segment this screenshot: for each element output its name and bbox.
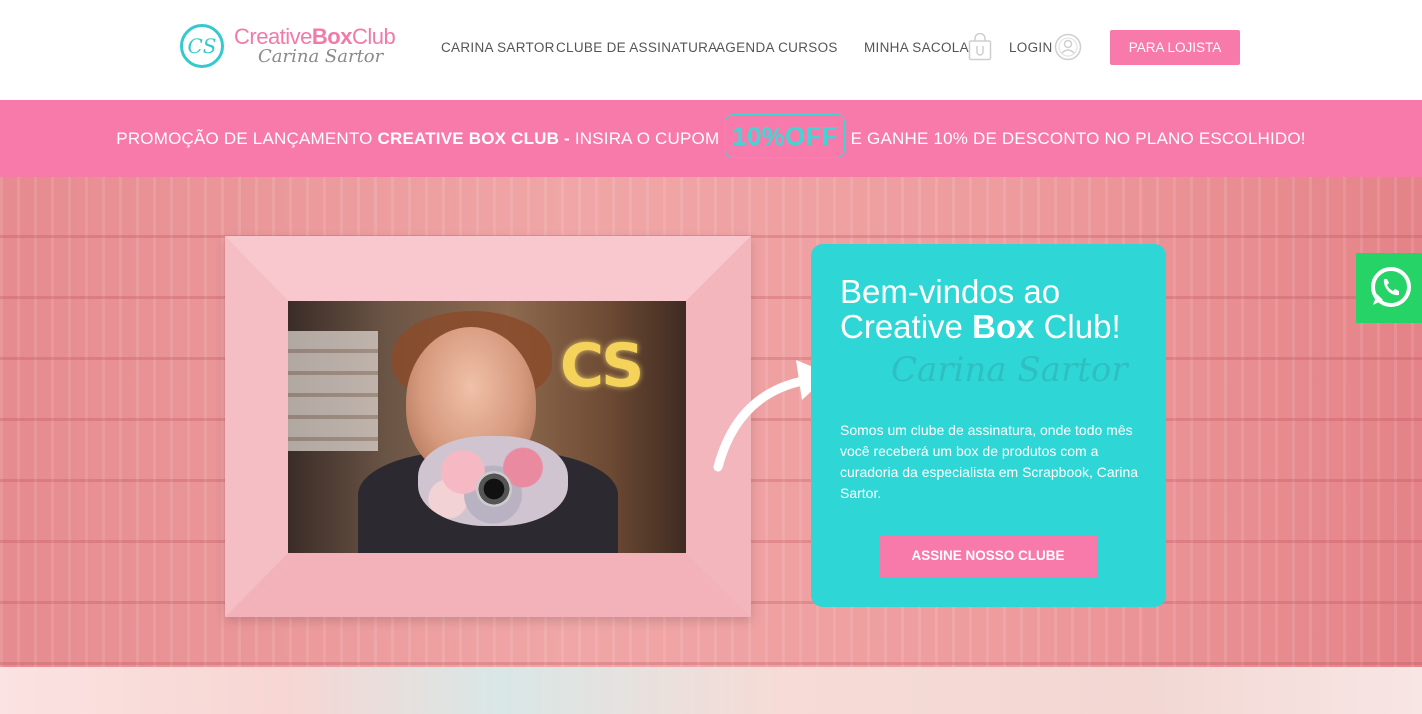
whatsapp-icon (1371, 267, 1411, 307)
coupon-code: 10%OFF (725, 113, 845, 158)
nav-carina-sartor[interactable]: CARINA SARTOR (441, 40, 555, 55)
next-section-preview (0, 667, 1422, 714)
promo-suffix: E GANHE 10% DE DESCONTO NO PLANO ESCOLHI… (850, 128, 1306, 148)
hero-photo: CS (288, 301, 686, 553)
logo-signature: Carina Sartor (258, 46, 384, 67)
assine-nosso-clube-button[interactable]: ASSINE NOSSO CLUBE (879, 535, 1097, 577)
welcome-card: Bem-vindos ao Creative Box Club! Carina … (811, 244, 1166, 607)
marquee-letters: CS (560, 331, 644, 401)
welcome-title: Bem-vindos ao Creative Box Club! (840, 273, 1121, 345)
site-logo[interactable]: CS CreativeBoxClub Carina Sartor (180, 22, 405, 74)
nav-clube-de-assinatura[interactable]: CLUBE DE ASSINATURA (556, 40, 718, 55)
welcome-description: Somos um clube de assinatura, onde todo … (840, 422, 1139, 501)
hero-section: CS Bem-vindos ao Creative Box Club! Cari… (0, 177, 1422, 667)
signature: Carina Sartor (891, 350, 1128, 390)
nav-agenda-cursos[interactable]: AGENDA CURSOS (716, 40, 838, 55)
whatsapp-button[interactable] (1356, 253, 1422, 323)
promo-brand: CREATIVE BOX CLUB - (377, 128, 570, 148)
nav-minha-sacola[interactable]: MINHA SACOLA (864, 40, 969, 55)
para-lojista-button[interactable]: PARA LOJISTA (1110, 30, 1240, 65)
promo-middle: INSIRA O CUPOM (574, 128, 720, 148)
site-header: CS CreativeBoxClub Carina Sartor CARINA … (0, 0, 1422, 100)
user-icon[interactable] (1054, 33, 1082, 61)
photo-frame: CS (225, 236, 751, 617)
promo-text: PROMOÇÃO DE LANÇAMENTO CREATIVE BOX CLUB… (0, 100, 1422, 177)
promo-prefix: PROMOÇÃO DE LANÇAMENTO (116, 128, 373, 148)
promo-banner: PROMOÇÃO DE LANÇAMENTO CREATIVE BOX CLUB… (0, 100, 1422, 177)
bag-icon[interactable] (968, 33, 992, 61)
logo-mark: CS (180, 24, 224, 68)
nav-login[interactable]: LOGIN (1009, 40, 1053, 55)
